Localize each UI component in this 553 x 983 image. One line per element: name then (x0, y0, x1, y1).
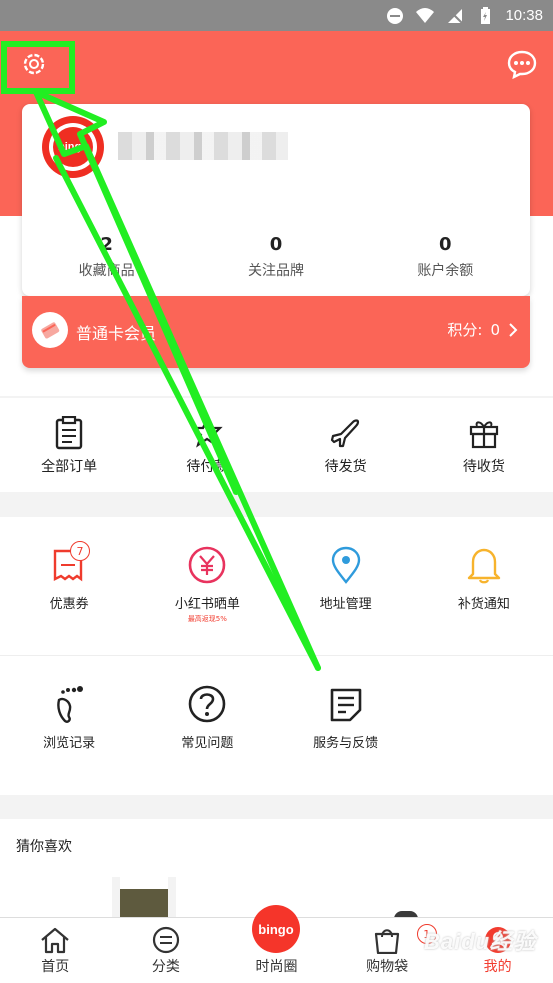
points-value: 0 (490, 320, 500, 339)
home-icon (41, 927, 70, 954)
stat-favorites[interactable]: 2 收藏商品 (22, 234, 191, 284)
service-address[interactable]: 地址管理 (277, 517, 415, 655)
membership-bar[interactable]: 普通卡会员 积分: 0 (22, 296, 530, 368)
service-xiaohongshu-share[interactable]: 小红书晒单 最高返现5% (138, 517, 276, 655)
service-label: 常见问题 (181, 736, 234, 751)
wifi-icon (416, 7, 435, 23)
settings-button[interactable] (14, 46, 54, 82)
service-sublabel: 最高返现5% (187, 615, 227, 623)
gear-icon (23, 53, 45, 75)
question-icon (189, 685, 226, 723)
messages-button[interactable] (505, 47, 539, 81)
service-label: 浏览记录 (43, 736, 96, 751)
avatar[interactable]: bingo (42, 116, 104, 178)
stat-value: 2 (100, 234, 113, 255)
member-card-icon (32, 312, 68, 348)
location-pin-icon (331, 546, 360, 584)
order-status-row: 全部订单 待付款 待发货 待收货 (0, 398, 553, 492)
nav-label: 首页 (41, 959, 70, 975)
service-label: 补货通知 (457, 597, 510, 612)
stat-value: 0 (439, 234, 452, 255)
order-label: 待发货 (324, 459, 367, 475)
wallet-icon (191, 416, 224, 448)
chevron-right-icon (509, 322, 518, 337)
profile-stats: 2 收藏商品 0 关注品牌 0 账户余额 (22, 234, 530, 284)
watermark: Baidu经验 (424, 929, 537, 954)
orders-all[interactable]: 全部订单 (0, 398, 138, 492)
nav-category[interactable]: 分类 (111, 918, 222, 983)
orders-pending-payment[interactable]: 待付款 (138, 398, 276, 492)
bell-icon (467, 548, 501, 584)
feedback-icon (330, 688, 361, 722)
nav-label: 我的 (483, 959, 512, 975)
nav-label: 分类 (151, 959, 180, 975)
service-coupons[interactable]: 7 优惠券 (0, 517, 138, 655)
gift-icon (469, 421, 498, 449)
avatar-logo-text: bingo (53, 127, 93, 167)
order-label: 全部订单 (41, 459, 98, 475)
service-label: 服务与反馈 (313, 736, 379, 751)
member-level-label: 普通卡会员 (76, 324, 157, 343)
stat-label: 关注品牌 (247, 263, 304, 279)
username-blurred (118, 132, 288, 160)
service-browse-history[interactable]: 浏览记录 (0, 656, 138, 793)
clipboard-icon (55, 416, 83, 450)
product-image[interactable] (112, 877, 176, 917)
service-restock-notice[interactable]: 补货通知 (415, 517, 553, 655)
yen-icon (189, 546, 226, 584)
service-label: 优惠券 (49, 597, 89, 612)
profile-card: bingo 2 收藏商品 0 关注品牌 0 账户余额 (22, 104, 530, 296)
shopping-bag-icon (374, 929, 400, 954)
recommend-section: 猜你喜欢 (0, 819, 553, 919)
stat-followed-brands[interactable]: 0 关注品牌 (191, 234, 360, 284)
coupon-count-badge: 7 (70, 541, 90, 561)
service-faq[interactable]: 常见问题 (138, 656, 276, 793)
airplane-icon (330, 419, 359, 448)
nav-label: 购物袋 (366, 959, 409, 975)
service-label: 地址管理 (319, 597, 372, 612)
points-label: 积分: (447, 321, 483, 339)
nav-home[interactable]: 首页 (0, 918, 111, 983)
battery-icon (481, 6, 491, 24)
stat-balance[interactable]: 0 账户余额 (361, 234, 530, 284)
order-label: 待收货 (462, 459, 505, 475)
status-bar: 10:38 (0, 0, 553, 31)
signal-icon (448, 8, 464, 24)
service-feedback[interactable]: 服务与反馈 (277, 656, 415, 793)
orders-pending-receipt[interactable]: 待收货 (415, 398, 553, 492)
category-icon (152, 926, 179, 954)
bingo-logo-text: bingo (258, 921, 294, 937)
footprint-icon (57, 686, 84, 723)
points-display: 积分: 0 (447, 319, 518, 340)
service-label: 小红书晒单 (174, 597, 240, 612)
orders-pending-shipment[interactable]: 待发货 (277, 398, 415, 492)
services-grid: 7 优惠券 小红书晒单 最高返现5% 地址管理 补货通知 浏览记录 常见问题 服… (0, 517, 553, 795)
recommend-title: 猜你喜欢 (16, 839, 72, 855)
order-label: 待付款 (186, 459, 229, 475)
status-time: 10:38 (505, 7, 543, 24)
chat-bubble-icon (507, 50, 537, 80)
nav-label: 时尚圈 (255, 959, 298, 975)
stat-label: 账户余额 (417, 263, 474, 279)
stat-value: 0 (269, 234, 283, 255)
stat-label: 收藏商品 (78, 263, 135, 279)
bingo-logo-icon[interactable]: bingo (252, 905, 300, 953)
do-not-disturb-icon (387, 7, 404, 24)
